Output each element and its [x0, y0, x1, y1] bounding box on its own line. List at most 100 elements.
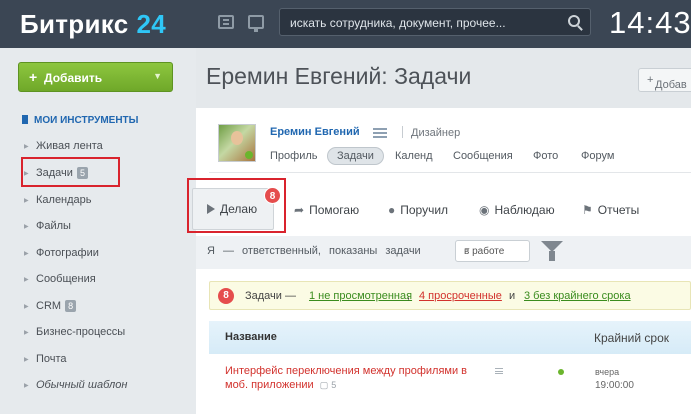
sidebar-item-label: Календарь — [36, 194, 92, 206]
task-deadline: вчера 19:00:00 — [595, 366, 634, 392]
task-title-link[interactable]: Интерфейс переключения между профилями в… — [225, 364, 485, 392]
avatar[interactable] — [218, 124, 256, 162]
tab-watching-label: Наблюдаю — [494, 203, 555, 217]
tools-section-title[interactable]: МОИ ИНСТРУМЕНТЫ — [22, 115, 138, 126]
tab-assigned[interactable]: ● Поручил — [388, 203, 448, 217]
arrow-right-icon: ▶ — [24, 144, 29, 150]
deadline-day: вчера — [595, 367, 620, 377]
messenger-icon[interactable] — [218, 15, 234, 29]
filter-description: Я — ответственный, показаны задачи — [207, 245, 421, 257]
bookmark-icon — [22, 115, 28, 124]
divider — [209, 172, 691, 173]
sidebar-item-feed[interactable]: ▶ Живая лента — [24, 140, 103, 152]
alert-prefix: Задачи — — [245, 290, 296, 302]
tab-profile[interactable]: Профиль — [270, 150, 318, 162]
sidebar-item-label: Обычный шаблон — [36, 379, 128, 391]
page-title: Еремин Евгений: Задачи — [206, 63, 472, 89]
user-role: Дизайнер — [411, 127, 461, 139]
tab-calendar[interactable]: Календ — [395, 150, 433, 162]
tools-title-label: МОИ ИНСТРУМЕНТЫ — [34, 115, 139, 126]
clock[interactable]: 14:43 — [609, 5, 691, 41]
column-header-name[interactable]: Название — [225, 331, 277, 343]
arrow-right-icon: ▶ — [24, 224, 29, 230]
arrow-forward-icon: ➦ — [294, 203, 305, 217]
tab-helping-label: Помогаю — [309, 203, 360, 217]
sidebar-item-label: Бизнес-процессы — [36, 326, 126, 338]
alert-and: и — [509, 290, 516, 302]
chevron-down-icon[interactable]: ▼ — [153, 71, 162, 81]
sidebar-item-messages[interactable]: ▶ Сообщения — [24, 273, 96, 285]
tab-watching[interactable]: ◉ Наблюдаю — [479, 203, 555, 217]
add-button[interactable]: + Добавить ▼ — [18, 62, 173, 92]
link-not-viewed[interactable]: 1 не просмотренная — [309, 290, 412, 302]
avatar-face — [231, 131, 243, 145]
tab-messages[interactable]: Сообщения — [453, 150, 513, 162]
sidebar-item-crm[interactable]: ▶ CRM 8 — [24, 300, 77, 312]
tab-tasks[interactable]: Задачи — [327, 147, 384, 165]
tab-reports-label: Отчеты — [597, 203, 640, 217]
tab-reports[interactable]: ⚑ Отчеты — [582, 203, 639, 217]
divider — [402, 126, 403, 138]
status-select[interactable]: в работе ▼ — [455, 240, 530, 262]
sidebar-item-label: Фотографии — [36, 247, 99, 259]
logo-number: 24 — [136, 9, 167, 39]
search-icon[interactable] — [568, 15, 580, 27]
tab-assigned-label: Поручил — [400, 203, 449, 217]
sidebar-item-label: CRM — [36, 300, 62, 312]
sidebar-item-label: Почта — [36, 353, 67, 365]
link-no-deadline[interactable]: 3 без крайнего срока — [524, 290, 631, 302]
sidebar-item-label: Файлы — [36, 220, 71, 232]
logo-name: Битрикс — [20, 9, 129, 39]
top-header: Битрикс 24 искать сотрудника, документ, п… — [0, 0, 691, 48]
sidebar-item-mail[interactable]: ▶ Почта — [24, 353, 67, 365]
filter-icon[interactable] — [541, 241, 563, 261]
comments-icon: ▢ — [319, 380, 329, 390]
online-indicator — [245, 151, 253, 159]
sidebar-item-photos[interactable]: ▶ Фотографии — [24, 247, 99, 259]
add-task-text: Добав — [655, 79, 687, 91]
add-button-label: Добавить — [44, 71, 103, 85]
task-counters-alert: 8 Задачи — 1 не просмотренная , 4 просро… — [209, 281, 691, 310]
highlight-box-tasks — [21, 157, 120, 187]
arrow-right-icon: ▶ — [24, 198, 29, 204]
highlight-box-doing — [187, 178, 286, 233]
sidebar-item-label: Живая лента — [36, 140, 103, 152]
person-icon: ● — [388, 203, 396, 217]
search-placeholder: искать сотрудника, документ, прочее... — [290, 16, 506, 30]
arrow-right-icon: ▶ — [24, 383, 29, 389]
tab-photo[interactable]: Фото — [533, 150, 558, 162]
sidebar-item-template[interactable]: ▶ Обычный шаблон — [24, 379, 127, 391]
tab-helping[interactable]: ➦ Помогаю — [294, 203, 359, 217]
monitor-icon[interactable] — [248, 15, 264, 32]
search-input[interactable]: искать сотрудника, документ, прочее... — [279, 8, 591, 36]
arrow-right-icon: ▶ — [24, 357, 29, 363]
user-name-link[interactable]: Еремин Евгений — [270, 126, 360, 138]
eye-icon: ◉ — [479, 203, 490, 217]
deadline-time: 19:00:00 — [595, 380, 634, 391]
status-dot — [558, 369, 564, 375]
sidebar-item-counter: 8 — [65, 300, 77, 312]
logo[interactable]: Битрикс 24 — [20, 9, 166, 40]
add-task-button[interactable]: + Добав — [638, 68, 691, 92]
alert-badge: 8 — [218, 288, 234, 304]
tab-forum[interactable]: Форум — [581, 150, 614, 162]
column-header-deadline[interactable]: Крайний срок — [594, 331, 669, 345]
task-title-text: Интерфейс переключения между профилями в… — [225, 365, 468, 391]
sidebar-item-bizproc[interactable]: ▶ Бизнес-процессы — [24, 326, 125, 338]
menu-icon[interactable] — [373, 128, 387, 138]
row-menu-icon[interactable] — [495, 368, 503, 374]
plus-icon: + — [29, 69, 38, 85]
sidebar-item-calendar[interactable]: ▶ Календарь — [24, 194, 92, 206]
sidebar-item-label: Сообщения — [36, 273, 96, 285]
alert-separator: , — [407, 290, 411, 302]
flag-icon: ⚑ — [582, 203, 593, 217]
comments-count: 5 — [331, 380, 337, 390]
table-header: Название Крайний срок — [209, 321, 691, 354]
arrow-right-icon: ▶ — [24, 330, 29, 336]
chevron-down-icon: ▼ — [464, 247, 471, 254]
add-task-label: + Добав — [647, 74, 687, 91]
arrow-right-icon: ▶ — [24, 277, 29, 283]
sidebar-item-files[interactable]: ▶ Файлы — [24, 220, 71, 232]
arrow-right-icon: ▶ — [24, 304, 29, 310]
link-overdue[interactable]: 4 просроченные — [419, 290, 502, 302]
